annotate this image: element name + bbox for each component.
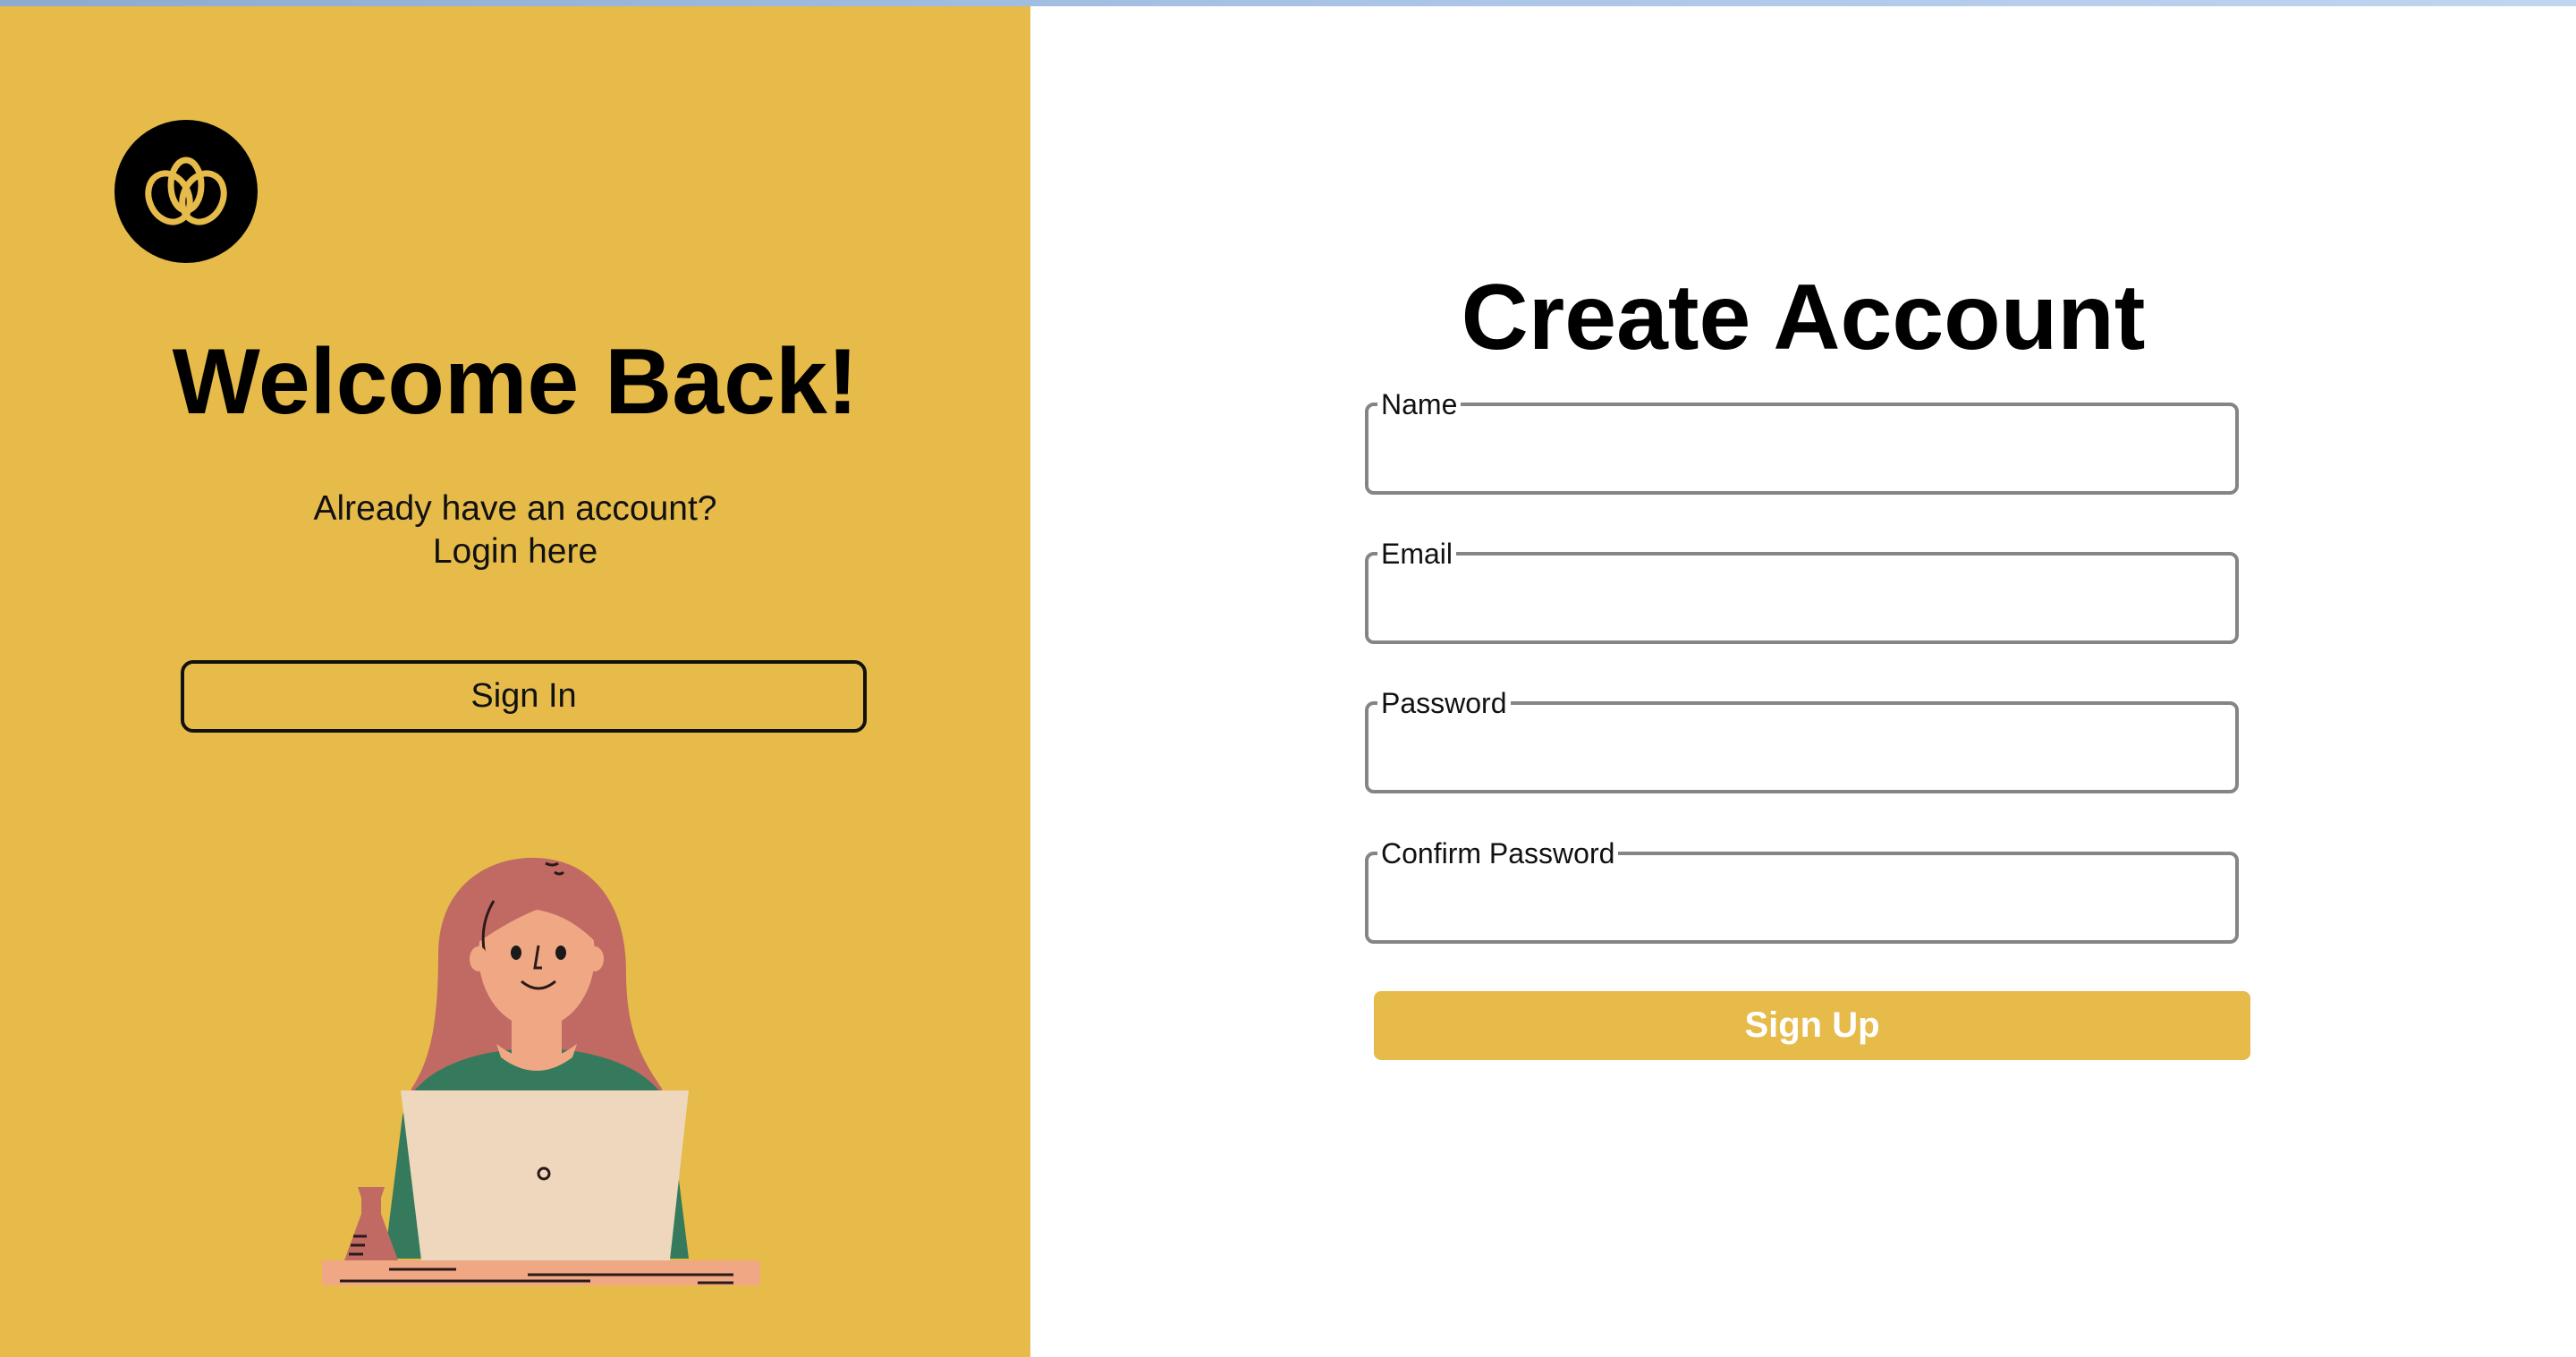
logo	[114, 120, 258, 263]
confirm-password-input[interactable]	[1386, 868, 2221, 923]
login-prompt-link-text: Login here	[432, 532, 598, 571]
name-input[interactable]	[1386, 419, 2221, 474]
browser-top-strip	[0, 0, 2576, 6]
login-prompt-question: Already have an account?	[313, 489, 717, 528]
name-field-label: Name	[1381, 388, 1458, 420]
create-account-title: Create Account	[1461, 266, 2146, 369]
email-input[interactable]	[1386, 568, 2221, 623]
woman-with-laptop-illustration	[322, 857, 760, 1285]
welcome-panel: Welcome Back! Already have an account? L…	[0, 6, 1030, 1357]
sign-in-button[interactable]: Sign In	[181, 660, 867, 733]
password-input[interactable]	[1386, 717, 2221, 773]
confirm-password-field: Confirm Password	[1365, 839, 2239, 944]
login-prompt: Already have an account? Login here	[0, 488, 1030, 573]
welcome-title: Welcome Back!	[172, 330, 859, 434]
name-field: Name	[1365, 390, 2239, 495]
email-field-label: Email	[1381, 538, 1453, 570]
sign-up-button[interactable]: Sign Up	[1374, 991, 2250, 1060]
password-field: Password	[1365, 689, 2239, 793]
confirm-password-field-label: Confirm Password	[1381, 837, 1615, 869]
triple-petal-logo-icon	[145, 157, 227, 225]
email-field: Email	[1365, 539, 2239, 644]
password-field-label: Password	[1381, 687, 1507, 719]
